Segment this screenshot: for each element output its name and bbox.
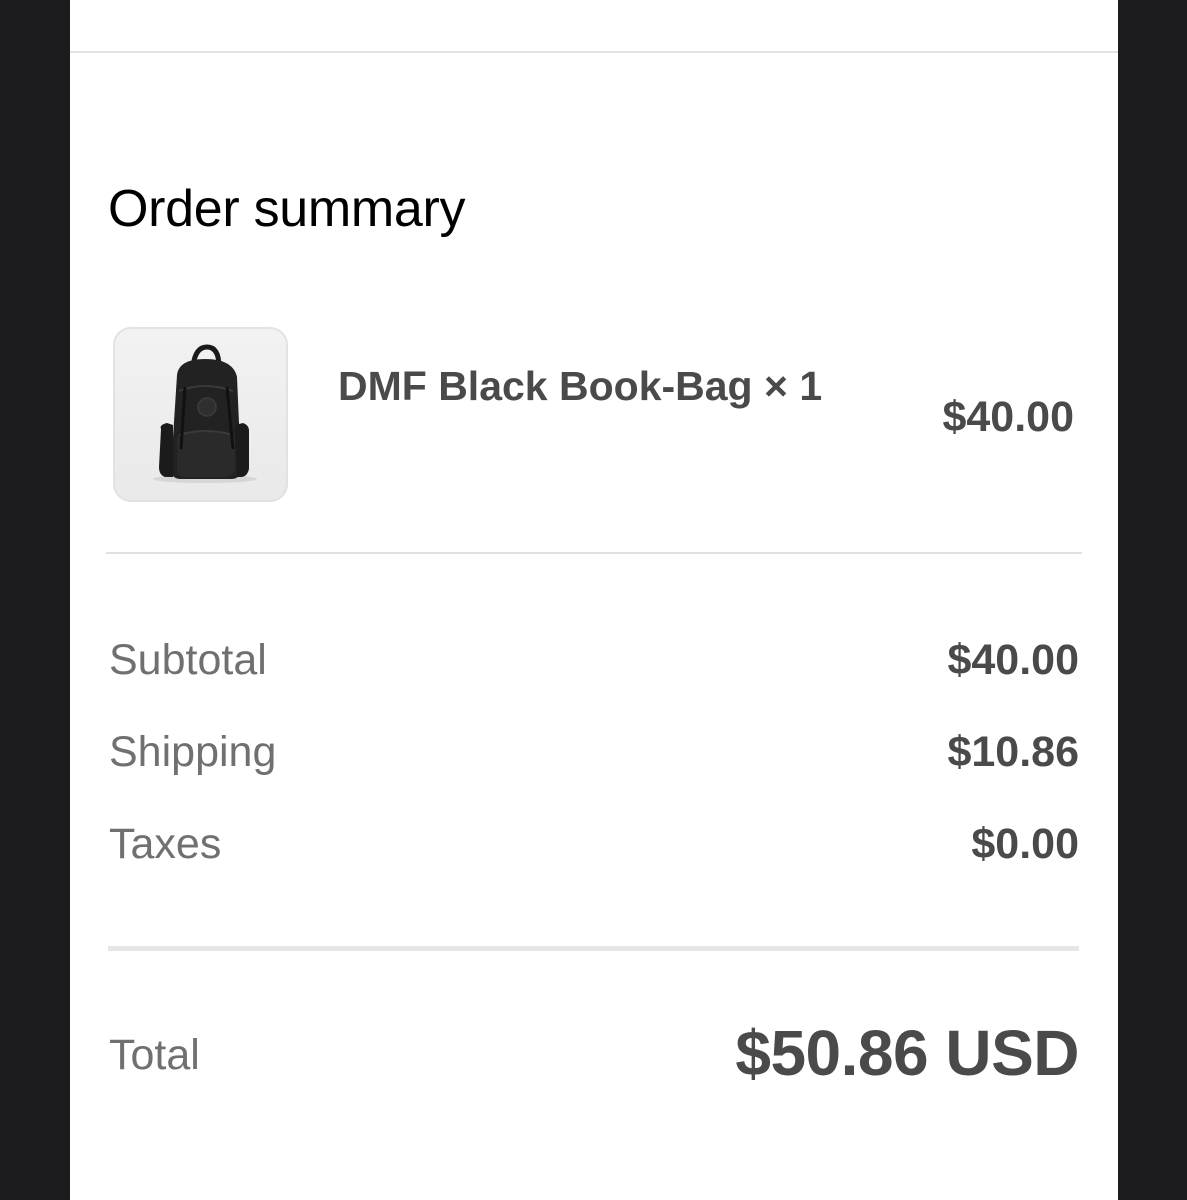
total-value: $50.86 USD <box>735 1017 1079 1089</box>
product-name: DMF Black Book-Bag × 1 <box>338 363 823 409</box>
product-price: $40.00 <box>942 393 1074 441</box>
shipping-row: Shipping $10.86 <box>109 724 1079 780</box>
total-row: Total $50.86 USD <box>109 1015 1079 1095</box>
shipping-label: Shipping <box>109 728 277 776</box>
subtotal-label: Subtotal <box>109 636 267 684</box>
subtotal-row: Subtotal $40.00 <box>109 632 1079 688</box>
taxes-row: Taxes $0.00 <box>109 816 1079 872</box>
shipping-value: $10.86 <box>947 728 1079 776</box>
backpack-icon <box>153 344 257 483</box>
total-label: Total <box>109 1031 200 1079</box>
section-divider <box>106 552 1082 554</box>
top-divider <box>70 51 1118 53</box>
product-thumbnail <box>113 327 288 502</box>
total-divider <box>108 946 1079 951</box>
subtotal-value: $40.00 <box>947 636 1079 684</box>
order-summary-panel: Order summary DMF Black Book-Bag × 1 $40… <box>70 0 1118 1200</box>
taxes-value: $0.00 <box>971 820 1079 868</box>
taxes-label: Taxes <box>109 820 222 868</box>
order-summary-heading: Order summary <box>108 180 466 238</box>
